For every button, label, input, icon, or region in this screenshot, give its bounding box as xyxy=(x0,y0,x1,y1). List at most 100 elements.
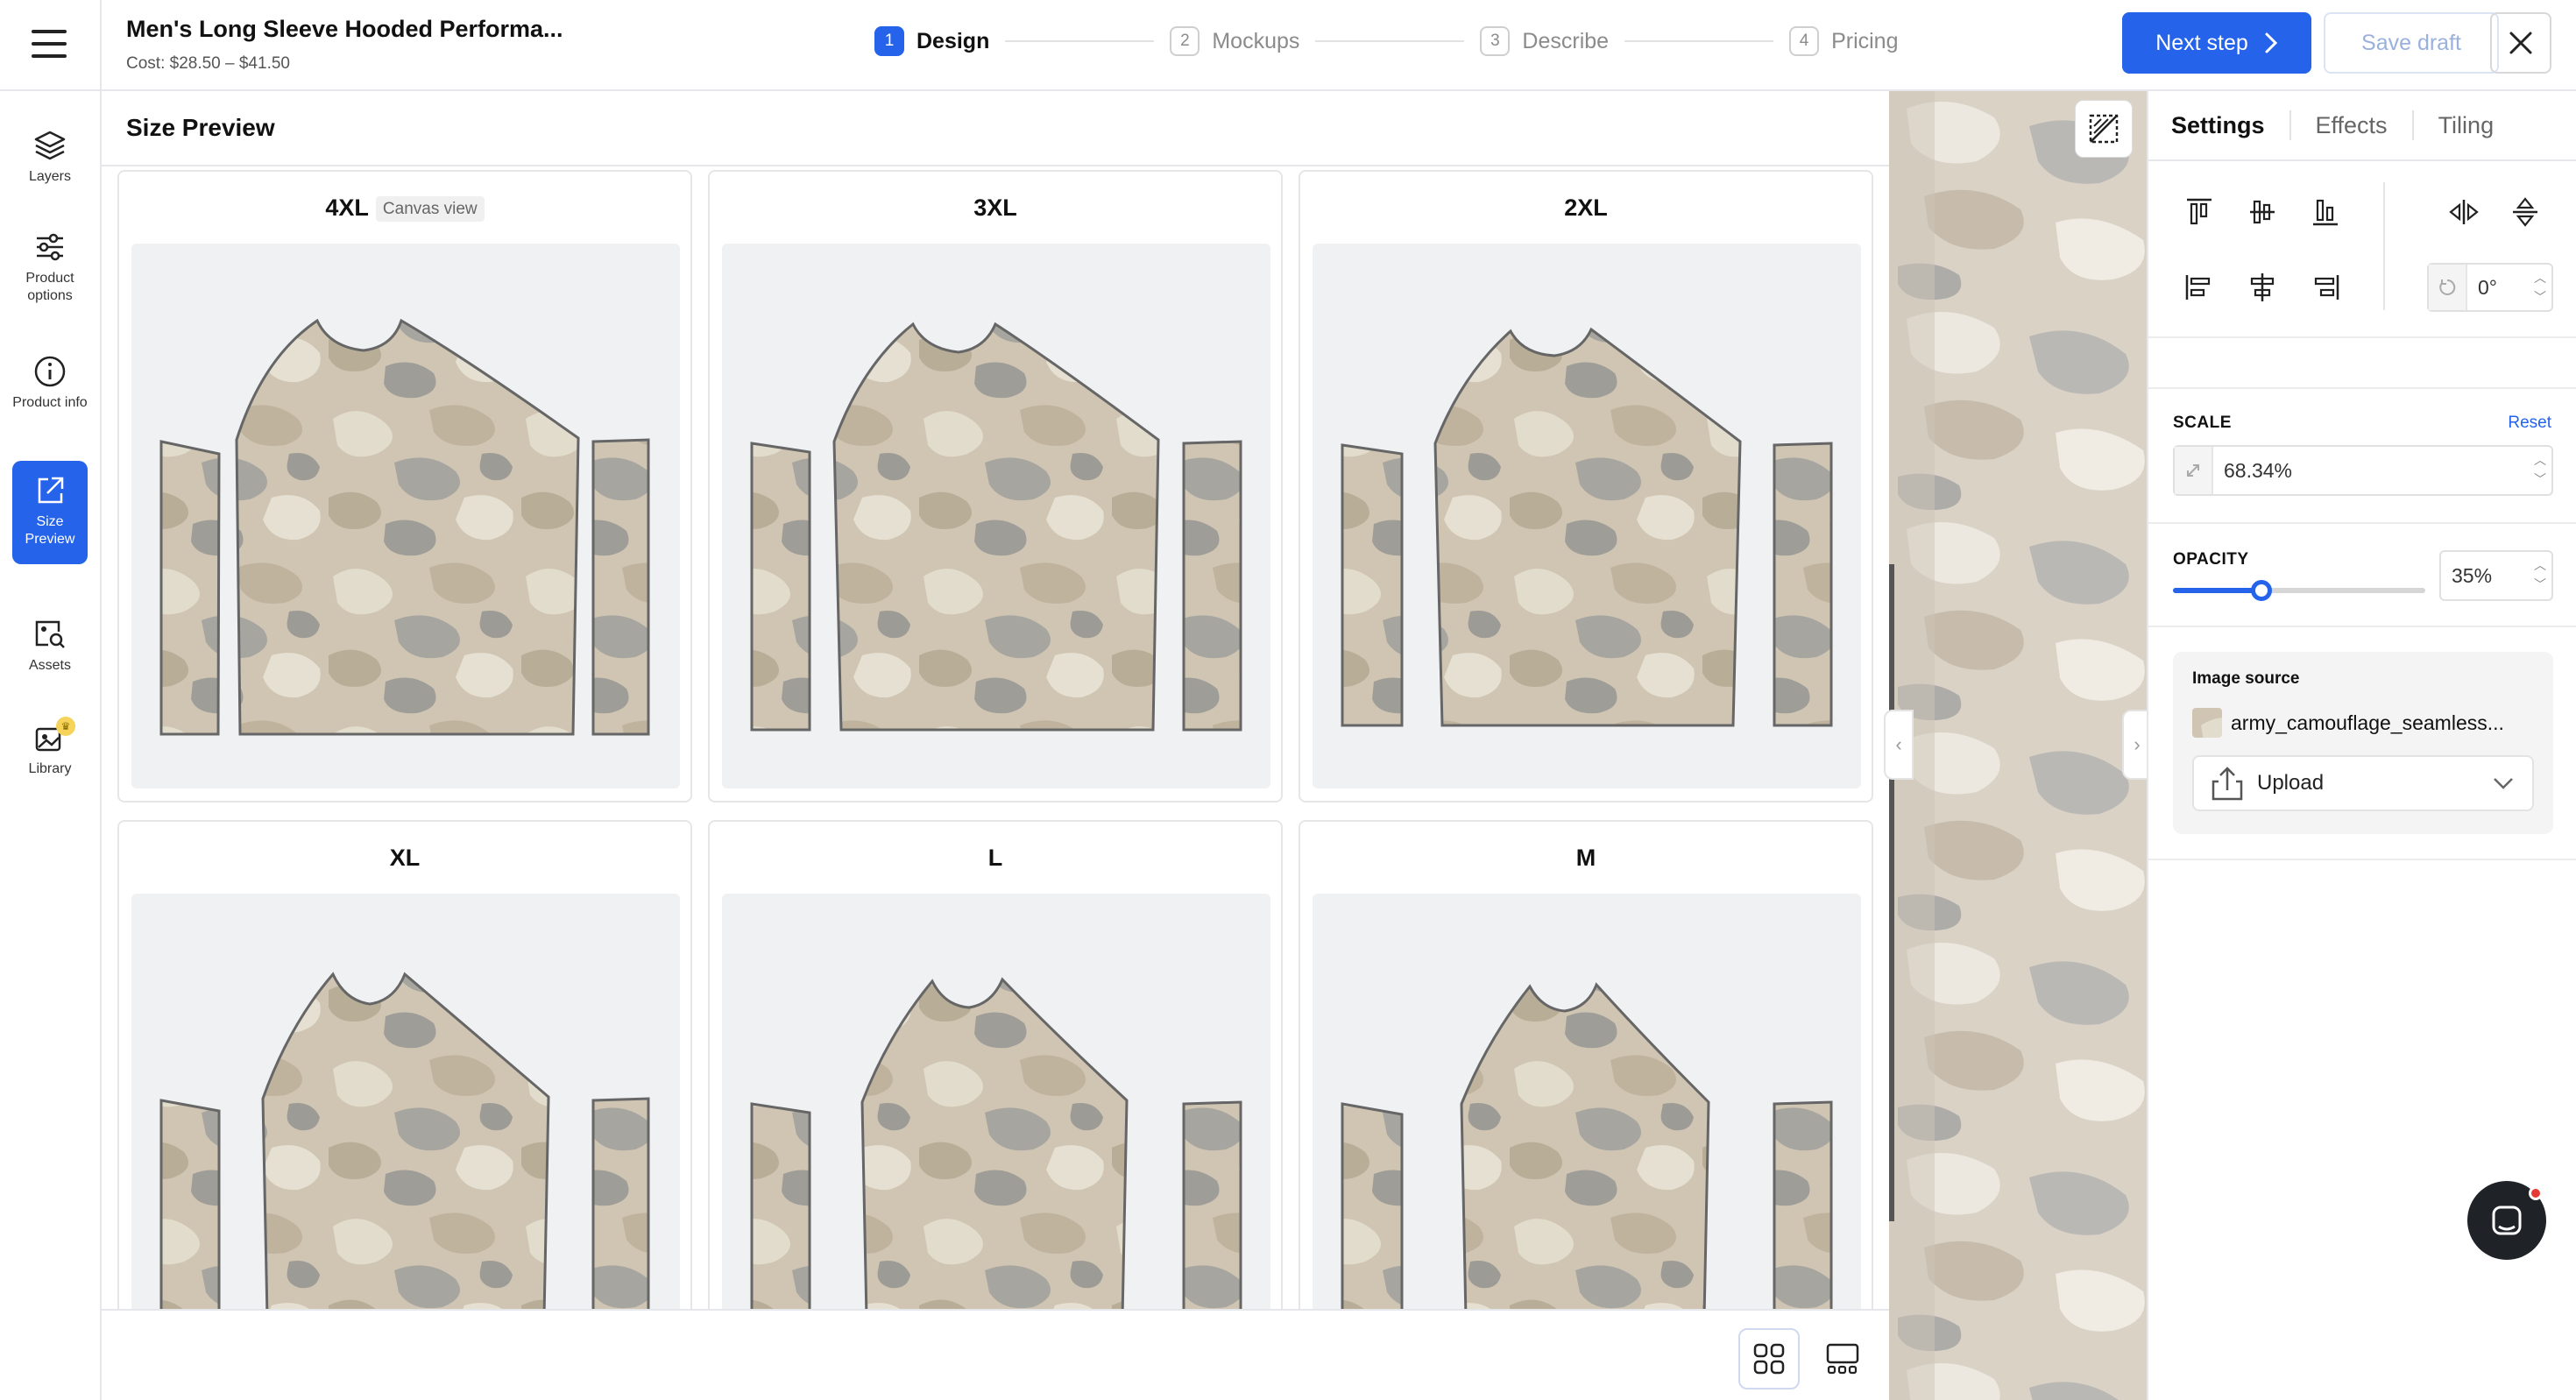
single-view-button[interactable] xyxy=(1812,1328,1873,1389)
product-cost: Cost: $28.50 – $41.50 xyxy=(126,54,290,73)
garment-preview xyxy=(1313,244,1861,788)
opacity-slider[interactable] xyxy=(2173,580,2425,601)
size-card-3xl[interactable]: 3XL xyxy=(708,170,1283,803)
grid-icon xyxy=(1753,1343,1785,1375)
step-describe[interactable]: 3 Describe xyxy=(1480,26,1609,56)
tab-divider xyxy=(2411,110,2414,140)
align-right-icon xyxy=(2314,275,2339,300)
divider xyxy=(100,0,102,91)
size-label: L xyxy=(987,845,1003,871)
size-card-l[interactable]: L xyxy=(708,820,1283,1363)
nav-product-options[interactable]: Product options xyxy=(12,221,88,317)
design-canvas[interactable] xyxy=(1889,91,2147,1400)
size-card-2xl[interactable]: 2XL xyxy=(1299,170,1873,803)
align-left-icon xyxy=(2185,275,2211,300)
chevron-down-icon xyxy=(2494,778,2513,789)
opacity-value: 35% xyxy=(2452,563,2493,587)
size-card-m[interactable]: M xyxy=(1299,820,1873,1363)
notification-dot xyxy=(2529,1186,2543,1200)
garment-pattern xyxy=(1341,327,1833,727)
nav-label: Size Preview xyxy=(25,514,75,547)
nav-layers[interactable]: Layers xyxy=(12,119,88,198)
step-connector xyxy=(1624,40,1774,42)
garment-pattern xyxy=(159,318,650,736)
image-source-label: Image source xyxy=(2192,669,2300,688)
size-card-4xl[interactable]: 4XL Canvas view xyxy=(117,170,692,803)
garment-preview xyxy=(131,894,680,1361)
align-bottom-icon xyxy=(2313,199,2338,226)
garment-preview xyxy=(722,244,1270,788)
size-card-xl[interactable]: XL xyxy=(117,820,692,1363)
step-connector xyxy=(1315,40,1465,42)
scale-field[interactable]: 68.34% ︿ ﹀ xyxy=(2173,445,2553,496)
scale-label: SCALE xyxy=(2173,414,2232,432)
divider xyxy=(2148,626,2576,627)
divider xyxy=(102,165,1889,166)
menu-icon[interactable] xyxy=(32,30,67,60)
nav-label: Library xyxy=(28,761,72,776)
upload-icon xyxy=(2212,767,2243,801)
align-top-icon xyxy=(2187,198,2212,225)
rotation-stepper[interactable]: ︿ ﹀ xyxy=(2534,268,2546,307)
nav-size-preview[interactable]: Size Preview xyxy=(12,461,88,564)
stepper: 1 Design 2 Mockups 3 Describe 4 Pricing xyxy=(874,26,1898,56)
flip-horizontal-button[interactable] xyxy=(2443,191,2485,233)
step-number: 2 xyxy=(1170,26,1200,56)
align-left-button[interactable] xyxy=(2178,266,2220,308)
step-label: Pricing xyxy=(1831,28,1899,53)
panel-tabs: Settings Effects Tiling xyxy=(2148,91,2576,161)
collapse-left-button[interactable]: ‹ xyxy=(1884,710,1914,780)
opacity-stepper[interactable]: ︿ ﹀ xyxy=(2534,555,2546,594)
rotation-field[interactable]: 0° ︿ ﹀ xyxy=(2427,263,2553,312)
image-search-icon xyxy=(35,620,65,648)
upload-dropdown[interactable]: Upload xyxy=(2192,755,2534,811)
image-source-file[interactable]: army_camouflage_seamless... xyxy=(2192,708,2504,738)
canvas-toggle-button[interactable] xyxy=(2075,100,2133,158)
align-right-button[interactable] xyxy=(2304,266,2346,308)
scale-value: 68.34% xyxy=(2224,458,2293,482)
divider xyxy=(2383,182,2385,310)
grid-view-button[interactable] xyxy=(1738,1328,1800,1389)
divider xyxy=(2148,859,2576,860)
garment-pattern xyxy=(750,977,1242,1361)
divider xyxy=(2148,336,2576,338)
step-mockups[interactable]: 2 Mockups xyxy=(1170,26,1299,56)
size-label: M xyxy=(1575,845,1596,871)
tab-effects[interactable]: Effects xyxy=(2316,112,2388,139)
image-source-box: Image source army_camouflage_seamless...… xyxy=(2173,652,2553,834)
view-toolbar xyxy=(102,1309,1889,1400)
tab-tiling[interactable]: Tiling xyxy=(2438,112,2495,139)
garment-pattern xyxy=(1341,982,1833,1361)
nav-library[interactable]: ♛ Library xyxy=(12,711,88,799)
flip-vertical-button[interactable] xyxy=(2504,191,2546,233)
step-design[interactable]: 1 Design xyxy=(874,26,989,56)
slider-thumb[interactable] xyxy=(2250,580,2272,601)
divider xyxy=(2148,522,2576,524)
scale-stepper[interactable]: ︿ ﹀ xyxy=(2534,450,2546,489)
next-step-label: Next step xyxy=(2155,30,2248,55)
reset-scale-link[interactable]: Reset xyxy=(2508,414,2551,433)
gallery-icon xyxy=(1826,1343,1859,1375)
save-draft-button[interactable]: Save draft xyxy=(2324,12,2499,74)
layers-icon xyxy=(34,131,66,160)
slider-fill xyxy=(2173,588,2261,593)
size-name: 4XL xyxy=(325,194,369,221)
top-bar: Men's Long Sleeve Hooded Performa... Cos… xyxy=(0,0,2576,91)
step-number: 3 xyxy=(1480,26,1511,56)
tab-settings[interactable]: Settings xyxy=(2171,112,2265,139)
align-center-button[interactable] xyxy=(2241,266,2283,308)
next-step-button[interactable]: Next step xyxy=(2122,12,2311,74)
crown-icon: ♛ xyxy=(56,717,75,736)
nav-assets[interactable]: Assets xyxy=(12,608,88,696)
align-bottom-button[interactable] xyxy=(2304,191,2346,233)
step-label: Mockups xyxy=(1212,28,1300,53)
align-top-button[interactable] xyxy=(2178,191,2220,233)
step-pricing[interactable]: 4 Pricing xyxy=(1789,26,1898,56)
close-button[interactable] xyxy=(2490,12,2551,74)
garment-pattern xyxy=(750,322,1242,732)
align-middle-button[interactable] xyxy=(2241,191,2283,233)
close-icon xyxy=(2509,32,2532,54)
garment-preview xyxy=(131,244,680,788)
opacity-field[interactable]: 35% ︿ ﹀ xyxy=(2439,550,2553,601)
nav-product-info[interactable]: Product info xyxy=(12,345,88,442)
